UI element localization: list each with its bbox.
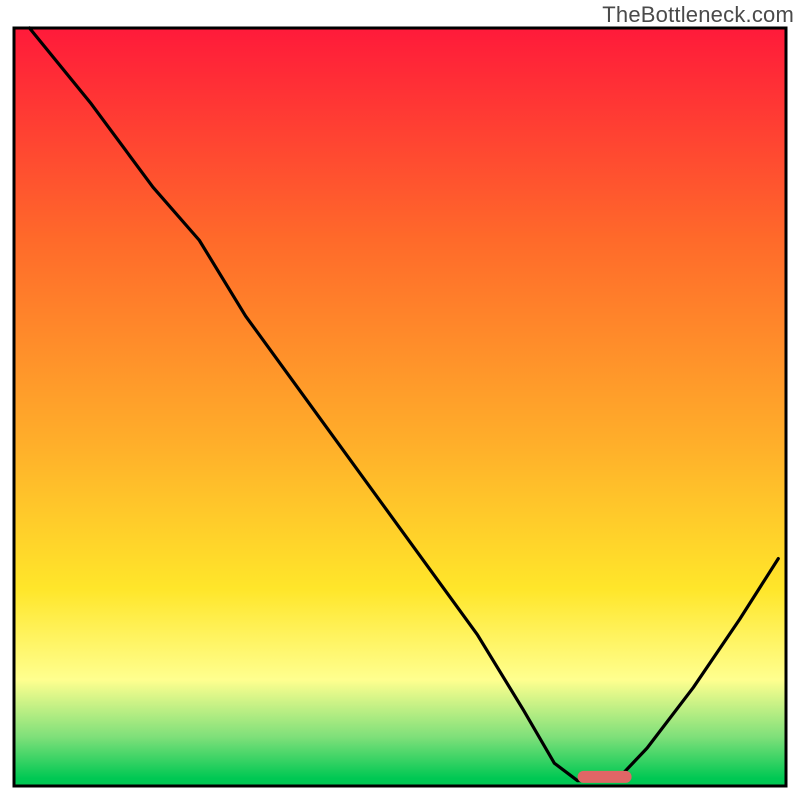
bottleneck-chart [0,0,800,800]
optimum-marker [578,771,632,783]
chart-stage: TheBottleneck.com [0,0,800,800]
plot-background [14,28,786,786]
